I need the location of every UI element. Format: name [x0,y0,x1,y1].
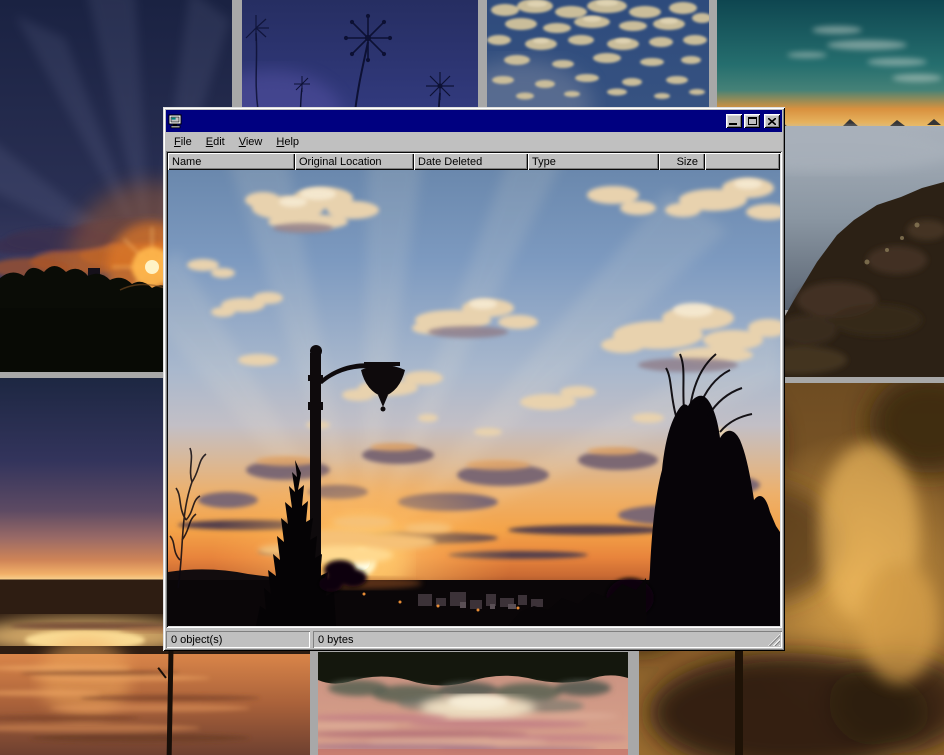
close-icon [768,118,776,125]
computer-window-icon [168,114,184,129]
menu-help[interactable]: Help [269,134,306,150]
column-header-original-location[interactable]: Original Location [295,153,414,170]
status-bar: 0 object(s) 0 bytes [166,628,782,648]
minimize-icon [729,123,737,125]
screen: File Edit View Help Name Original Locati… [0,0,944,755]
window-titlebar[interactable] [166,110,782,132]
column-header-spacer[interactable] [705,153,780,170]
sunset-lamp-photo [168,170,780,626]
column-headers: Name Original Location Date Deleted Type… [168,153,780,170]
resize-grip[interactable] [768,634,780,646]
minimize-button[interactable] [726,114,742,128]
menu-bar: File Edit View Help [166,132,782,151]
maximize-button[interactable] [744,114,760,128]
menu-file[interactable]: File [167,134,199,150]
list-view: Name Original Location Date Deleted Type… [166,151,782,628]
close-button[interactable] [764,114,780,128]
column-header-type[interactable]: Type [528,153,659,170]
folder-viewport[interactable] [168,170,780,626]
column-header-name[interactable]: Name [168,153,295,170]
column-header-size[interactable]: Size [659,153,705,170]
menu-view[interactable]: View [232,134,270,150]
photo-thumbnail-water-reflection[interactable] [318,652,628,755]
column-header-date-deleted[interactable]: Date Deleted [414,153,528,170]
menu-edit[interactable]: Edit [199,134,232,150]
status-bytes: 0 bytes [313,631,782,648]
status-objects: 0 object(s) [166,631,310,648]
recycle-bin-window: File Edit View Help Name Original Locati… [163,107,785,651]
maximize-icon [748,117,757,125]
